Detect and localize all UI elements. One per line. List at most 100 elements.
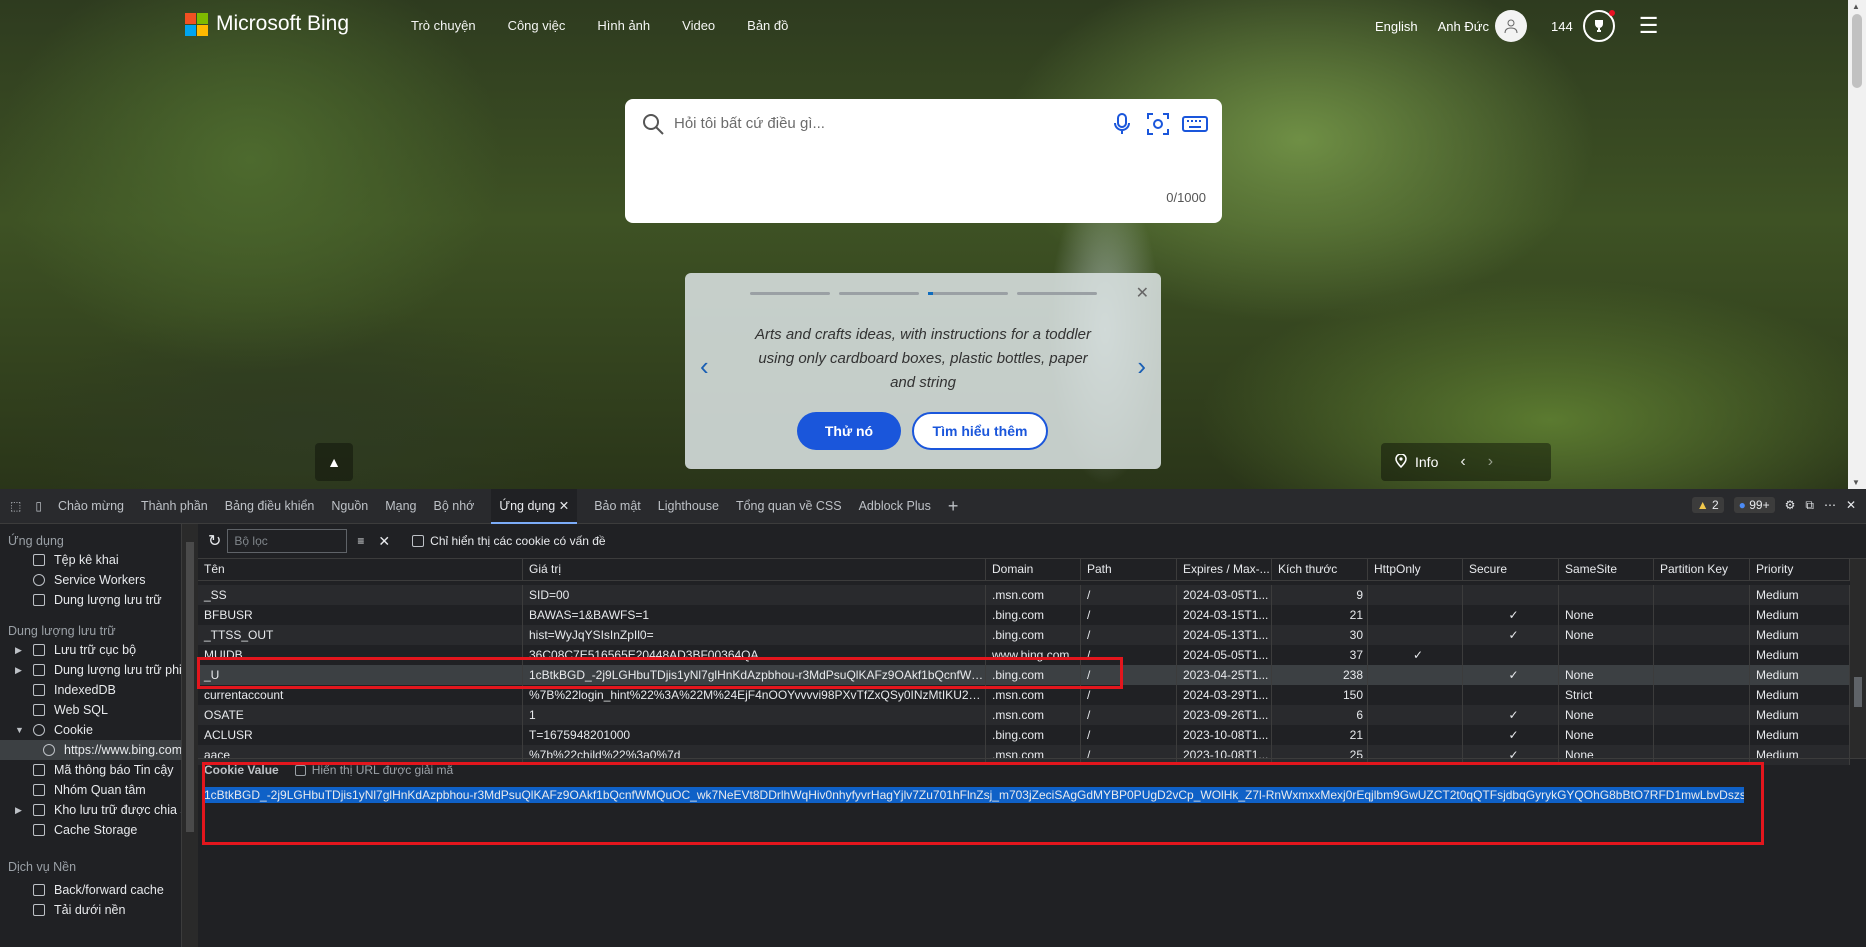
device-toolbar-icon[interactable]: ▯: [35, 499, 42, 513]
tab-console[interactable]: Bảng điều khiển: [225, 489, 315, 524]
sidebar-scrollbar[interactable]: [182, 524, 198, 947]
devtools-right-controls: ▲ 2 ● 99+ ⚙ ⧉ ⋯ ✕: [1691, 497, 1856, 513]
expand-icon[interactable]: ▶: [15, 660, 22, 680]
add-tab-icon[interactable]: +: [948, 489, 959, 524]
cookie-value-text[interactable]: 1cBtkBGD_-2j9LGHbuTDjis1yNl7glHnKdAzpbho…: [204, 787, 1744, 803]
clear-all-icon[interactable]: ✕: [378, 533, 390, 550]
nav-maps[interactable]: Bản đồ: [747, 18, 788, 33]
rewards-points[interactable]: 144: [1551, 19, 1573, 34]
sidebar-item-cookies[interactable]: ▼ Cookie: [0, 720, 181, 740]
close-icon[interactable]: ✕: [1136, 283, 1149, 303]
sidebar-item-local-storage[interactable]: ▶ Lưu trữ cục bộ: [0, 640, 181, 660]
microsoft-logo-icon: [185, 12, 208, 36]
tab-sources[interactable]: Nguồn: [331, 489, 368, 524]
expand-icon[interactable]: ▶: [15, 640, 22, 660]
settings-gear-icon[interactable]: ⚙: [1785, 498, 1796, 512]
keyboard-icon[interactable]: [1182, 112, 1208, 141]
decode-url-checkbox[interactable]: [294, 764, 306, 776]
col-expires[interactable]: Expires / Max-...: [1177, 559, 1272, 580]
col-size[interactable]: Kích thước: [1272, 559, 1368, 580]
sidebar-item-bfcache[interactable]: Back/forward cache: [0, 880, 181, 900]
clear-filtered-icon[interactable]: ≡: [357, 534, 364, 548]
sidebar-item-manifest[interactable]: Tệp kê khai: [0, 550, 181, 570]
chevron-up-icon[interactable]: ▲: [315, 443, 353, 481]
sidebar-item-service-workers[interactable]: Service Workers: [0, 570, 181, 590]
only-issues-checkbox[interactable]: [412, 535, 425, 547]
tab-security[interactable]: Bảo mật: [594, 489, 641, 524]
more-options-icon[interactable]: ⋯: [1824, 498, 1836, 512]
connect-icon[interactable]: ⧉: [1805, 498, 1814, 513]
learn-more-button[interactable]: Tìm hiểu thêm: [912, 412, 1048, 450]
table-row[interactable]: BFBUSR BAWAS=1&BAWFS=1 .bing.com/2024-03-1…: [198, 605, 1850, 625]
col-partition-key[interactable]: Partition Key: [1654, 559, 1750, 580]
sidebar-item-indexeddb[interactable]: IndexedDB: [0, 680, 181, 700]
visual-search-icon[interactable]: [1146, 112, 1170, 141]
tab-application[interactable]: Ứng dụng ✕: [491, 488, 578, 524]
nav-video[interactable]: Video: [682, 18, 715, 33]
nav-work[interactable]: Công việc: [508, 18, 566, 33]
col-name[interactable]: Tên: [198, 559, 523, 580]
top-right-controls: English Anh Đức 144 ☰: [1375, 10, 1658, 42]
try-button[interactable]: Thử nó: [797, 412, 901, 450]
table-row[interactable]: MUIDB 36C08C7E516565E20448AD3BF00364QA www…: [198, 645, 1850, 665]
table-row[interactable]: ACLUSR T=1675948201000 .bing.com/2023-10-0…: [198, 725, 1850, 745]
avatar-icon[interactable]: [1494, 10, 1527, 42]
col-httponly[interactable]: HttpOnly: [1368, 559, 1463, 580]
search-input[interactable]: Hỏi tôi bất cứ điều gì...: [674, 115, 825, 132]
col-path[interactable]: Path: [1081, 559, 1177, 580]
chevron-right-icon[interactable]: ›: [1137, 351, 1146, 382]
search-box[interactable]: Hỏi tôi bất cứ điều gì... 0/1000: [625, 99, 1222, 223]
table-row[interactable]: _TTSS_OUT hist=WyJqYSIsInZpIl0= .bing.com /…: [198, 625, 1850, 645]
col-domain[interactable]: Domain: [986, 559, 1081, 580]
inspect-icon[interactable]: ⬚: [10, 499, 21, 513]
filter-input[interactable]: Bộ lọc: [227, 529, 348, 553]
user-name[interactable]: Anh Đức: [1438, 19, 1489, 34]
collapse-icon[interactable]: ▼: [15, 720, 24, 740]
menu-icon[interactable]: ☰: [1639, 13, 1659, 39]
refresh-icon[interactable]: ↻: [208, 531, 221, 551]
devtools-panel: ⬚ ▯ Chào mừng Thành phần Bảng điều khiển…: [0, 488, 1866, 947]
messages-badge[interactable]: ● 99+: [1733, 497, 1775, 513]
prev-image-icon[interactable]: ‹: [1460, 453, 1465, 471]
close-devtools-icon[interactable]: ✕: [1846, 498, 1856, 512]
tab-lighthouse[interactable]: Lighthouse: [658, 489, 719, 524]
expand-icon[interactable]: ▶: [15, 800, 22, 820]
sidebar-item-websql[interactable]: Web SQL: [0, 700, 181, 720]
next-image-icon[interactable]: ›: [1488, 453, 1493, 471]
language-link[interactable]: English: [1375, 19, 1418, 34]
suggestion-card: ✕ ‹ Arts and crafts ideas, with instruct…: [685, 273, 1161, 469]
tab-memory[interactable]: Bộ nhớ: [434, 489, 475, 524]
chevron-left-icon[interactable]: ‹: [700, 351, 709, 382]
sidebar-item-background-fetch[interactable]: Tải dưới nền: [0, 900, 181, 920]
page-scrollbar[interactable]: ▲ ▼: [1848, 0, 1866, 489]
sidebar-item-cache-storage[interactable]: Cache Storage: [0, 820, 181, 840]
trophy-icon[interactable]: [1582, 10, 1615, 42]
sidebar-item-cookie-bing[interactable]: https://www.bing.com: [0, 740, 181, 760]
tab-elements[interactable]: Thành phần: [141, 489, 208, 524]
col-priority[interactable]: Priority: [1750, 559, 1850, 580]
bing-logo[interactable]: Microsoft Bing: [185, 12, 349, 36]
microphone-icon[interactable]: [1110, 112, 1134, 141]
table-row[interactable]: OSATE 1 .msn.com/2023-09-26T1... 6 ✓ None Medi…: [198, 705, 1850, 725]
nav-images[interactable]: Hình ảnh: [597, 18, 650, 33]
sidebar-item-storage[interactable]: Dung lượng lưu trữ: [0, 590, 181, 610]
tab-welcome[interactable]: Chào mừng: [58, 489, 124, 524]
col-samesite[interactable]: SameSite: [1559, 559, 1654, 580]
table-scrollbar[interactable]: [1850, 559, 1866, 758]
warnings-badge[interactable]: ▲ 2: [1691, 497, 1724, 513]
sidebar-item-interest-groups[interactable]: Nhóm Quan tâm: [0, 780, 181, 800]
tab-css-overview[interactable]: Tổng quan về CSS: [736, 489, 842, 524]
sidebar-item-shared-storage[interactable]: ▶ Kho lưu trữ được chia sẻ: [0, 800, 181, 820]
table-row-selected[interactable]: _U 1cBtkBGD_-2j9LGHbuTDjis1yNl7glHnKdAzpb…: [198, 665, 1850, 685]
sidebar-item-session-storage[interactable]: ▶ Dung lượng lưu trữ phiên: [0, 660, 181, 680]
col-value[interactable]: Giá trị: [523, 559, 986, 580]
table-row[interactable]: _SS SID=00 .msn.com/2024-03-05T1... 9 Medium: [198, 585, 1850, 605]
sidebar-item-trust-tokens[interactable]: Mã thông báo Tin cậy: [0, 760, 181, 780]
tab-network[interactable]: Mạng: [385, 489, 416, 524]
table-row[interactable]: currentaccount %7B%22login_hint%22%3A%22M…: [198, 685, 1850, 705]
col-secure[interactable]: Secure: [1463, 559, 1559, 580]
close-tab-icon[interactable]: ✕: [559, 499, 569, 513]
tab-adblock[interactable]: Adblock Plus: [859, 489, 931, 524]
info-label[interactable]: Info: [1415, 454, 1438, 470]
nav-chat[interactable]: Trò chuyện: [411, 18, 476, 33]
